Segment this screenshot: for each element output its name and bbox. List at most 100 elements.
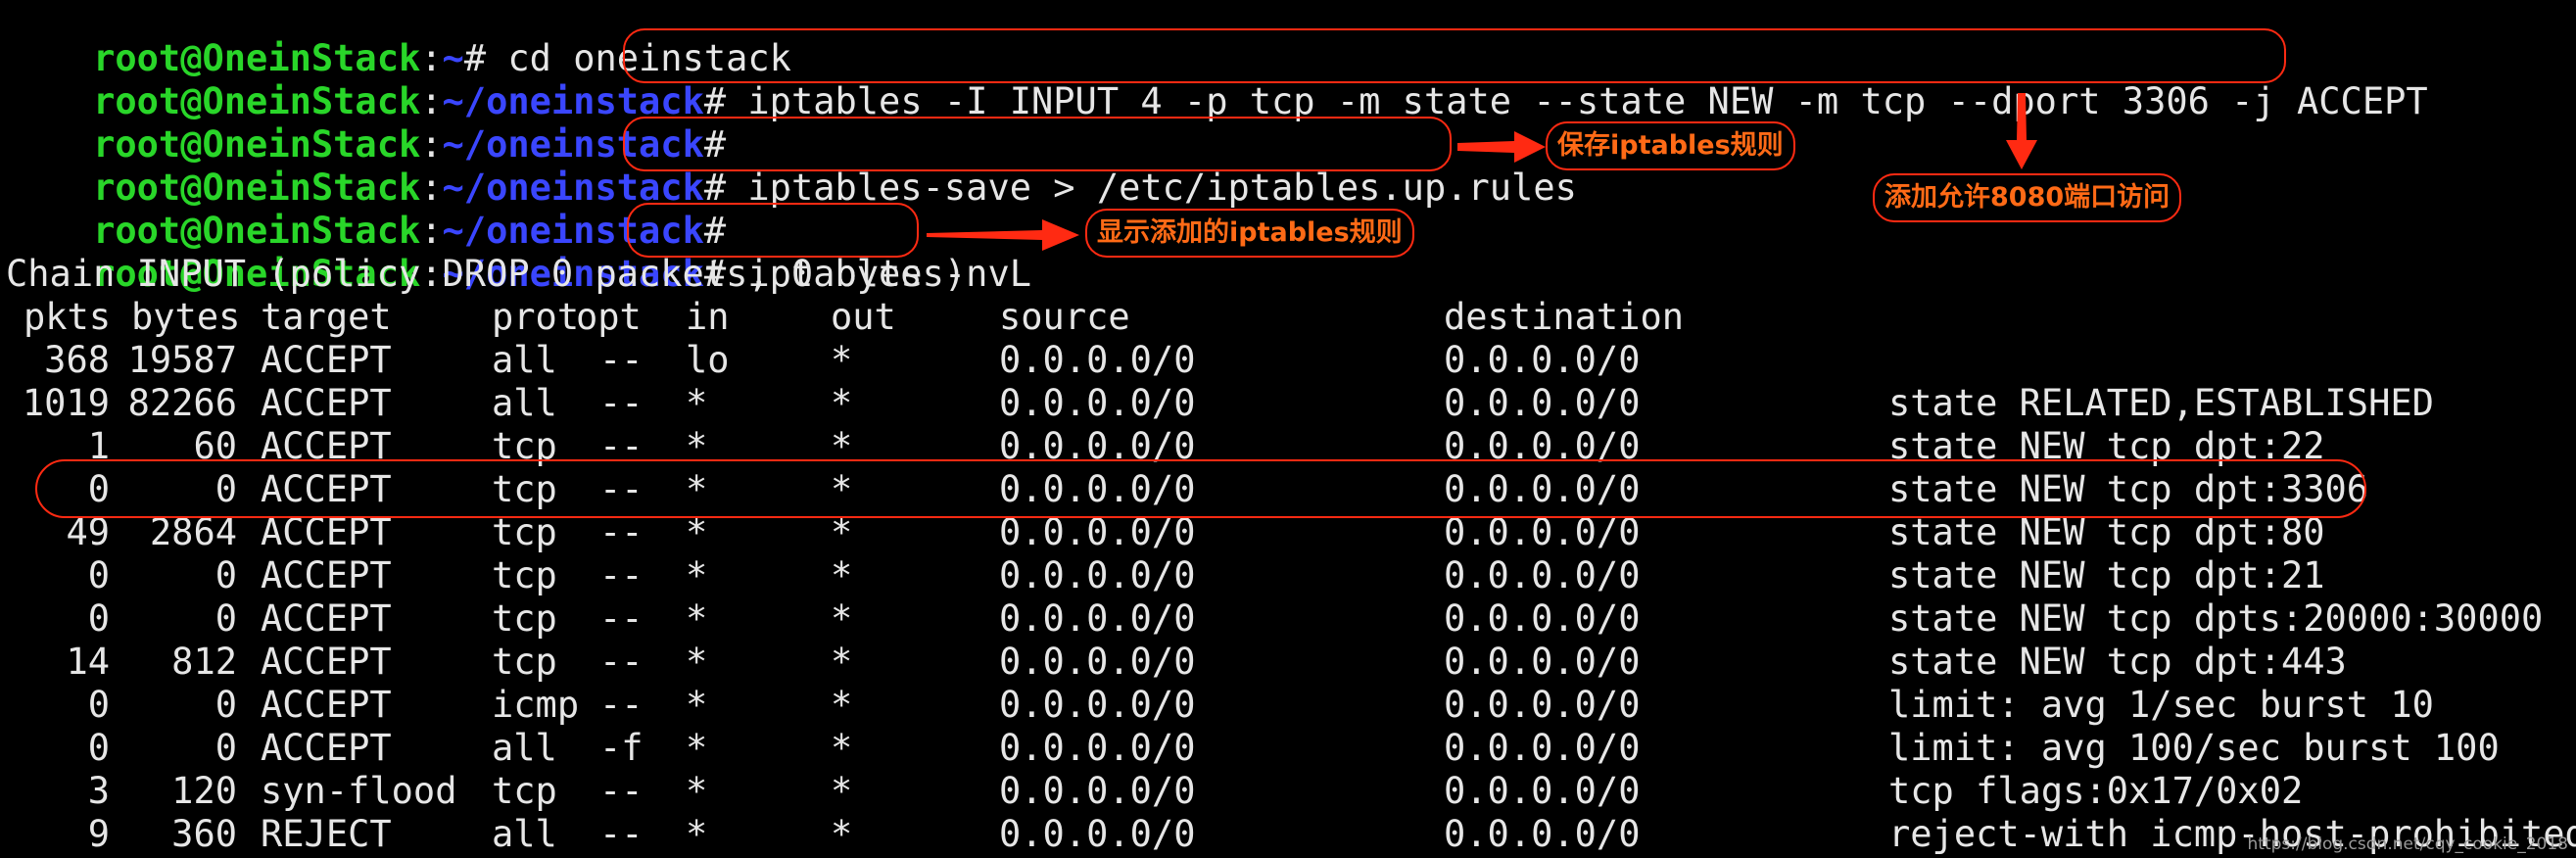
table-row: 3 120 syn-flood tcp -- * * 0.0.0.0/0 0.0.0.0/0 tc… [0,770,2576,813]
cell-out: * [831,813,853,855]
cell-bytes: 0 [215,597,237,640]
cell-pkts: 0 [87,597,110,640]
cell-extra: state RELATED,ESTABLISHED [1888,382,2434,424]
cell-bytes: 360 [171,813,237,855]
cell-target: REJECT [261,813,392,855]
cell-source: 0.0.0.0/0 [999,597,1196,640]
column-header-target: target [261,296,392,338]
table-row: 1019 82266 ACCEPT all -- * * 0.0.0.0/0 0.0.0.0/0… [0,382,2576,425]
table-row: 0 0 ACCEPT all -f * * 0.0.0.0/0 0.0.0.0/0 limit: … [0,727,2576,770]
cell-source: 0.0.0.0/0 [999,684,1196,726]
cell-extra: limit: avg 1/sec burst 10 [1888,684,2434,726]
cell-in: * [686,727,708,769]
highlight-3306-row [35,459,2366,518]
cell-opt: -- [599,597,644,640]
terminal-window[interactable]: root@OneinStack:~# cd oneinstack root@On… [0,0,2576,858]
cell-in: * [686,813,708,855]
cell-pkts: 14 [66,641,110,683]
cell-pkts: 0 [87,554,110,596]
highlight-insert-command [623,28,2286,83]
cell-pkts: 0 [87,684,110,726]
cell-destination: 0.0.0.0/0 [1444,727,1641,769]
cell-in: lo [686,339,730,381]
cell-in: * [686,770,708,812]
cell-opt: -f [599,727,644,769]
cell-opt: -- [599,684,644,726]
cell-extra: tcp flags:0x17/0x02 [1888,770,2304,812]
column-header-destination: destination [1444,296,1685,338]
cell-opt: -- [599,813,644,855]
cell-pkts: 1019 [22,382,110,424]
cell-destination: 0.0.0.0/0 [1444,382,1641,424]
cell-bytes: 0 [215,727,237,769]
prompt-line: root@OneinStack:~/oneinstack# [6,167,726,252]
chain-header: Chain INPUT (policy DROP 0 packets, 0 by… [6,253,967,295]
cell-bytes: 82266 [127,382,237,424]
cell-bytes: 120 [171,770,237,812]
cell-prot: tcp [492,770,557,812]
cell-opt: -- [599,770,644,812]
cell-bytes: 812 [171,641,237,683]
cell-prot: tcp [492,597,557,640]
cell-source: 0.0.0.0/0 [999,641,1196,683]
highlight-save-command [623,117,1452,171]
cell-extra: state NEW tcp dpts:20000:30000 [1888,597,2544,640]
cell-source: 0.0.0.0/0 [999,339,1196,381]
cell-in: * [686,597,708,640]
cell-out: * [831,727,853,769]
table-header: pkts bytes target prot opt in out source destina… [0,296,2576,339]
cell-source: 0.0.0.0/0 [999,727,1196,769]
cell-target: syn-flood [261,770,457,812]
cell-out: * [831,597,853,640]
cell-target: ACCEPT [261,684,392,726]
cell-out: * [831,770,853,812]
cell-target: ACCEPT [261,382,392,424]
cell-in: * [686,382,708,424]
cell-out: * [831,684,853,726]
column-header-prot: prot [492,296,580,338]
cell-prot: all [492,813,557,855]
cell-pkts: 3 [87,770,110,812]
cell-opt: -- [599,554,644,596]
annotation-show-rules: 显示添加的iptables规则 [1085,209,1414,258]
cell-destination: 0.0.0.0/0 [1444,554,1641,596]
cell-target: ACCEPT [261,554,392,596]
column-header-in: in [686,296,730,338]
cell-destination: 0.0.0.0/0 [1444,813,1641,855]
table-row: 9 360 REJECT all -- * * 0.0.0.0/0 0.0.0.0/0 rejec… [0,813,2576,856]
cell-opt: -- [599,641,644,683]
table-row: 0 0 ACCEPT icmp -- * * 0.0.0.0/0 0.0.0.0/0 limit:… [0,684,2576,727]
cell-target: ACCEPT [261,641,392,683]
annotation-allow-port: 添加允许8080端口访问 [1873,173,2182,222]
cell-out: * [831,554,853,596]
cell-target: ACCEPT [261,339,392,381]
cell-prot: icmp [492,684,580,726]
cell-prot: all [492,382,557,424]
cell-target: ACCEPT [261,597,392,640]
cell-bytes: 0 [215,684,237,726]
cell-in: * [686,554,708,596]
column-header-opt: opt [576,296,642,338]
watermark: https://blog.csdn.net/cqy_cookie_2018 [2247,834,2568,854]
cell-prot: all [492,727,557,769]
cell-source: 0.0.0.0/0 [999,770,1196,812]
cell-pkts: 9 [87,813,110,855]
arrow-down-icon [2006,93,2037,169]
cell-opt: -- [599,339,644,381]
table-row: 0 0 ACCEPT tcp -- * * 0.0.0.0/0 0.0.0.0/0 state N… [0,597,2576,641]
cell-destination: 0.0.0.0/0 [1444,339,1641,381]
cell-source: 0.0.0.0/0 [999,813,1196,855]
cell-source: 0.0.0.0/0 [999,382,1196,424]
cell-extra: state NEW tcp dpt:443 [1888,641,2347,683]
table-row: 0 0 ACCEPT tcp -- * * 0.0.0.0/0 0.0.0.0/0 state N… [0,554,2576,597]
cell-source: 0.0.0.0/0 [999,554,1196,596]
annotation-save-rules: 保存iptables规则 [1546,121,1795,170]
cell-out: * [831,382,853,424]
column-header-bytes: bytes [131,296,241,338]
table-row: 14 812 ACCEPT tcp -- * * 0.0.0.0/0 0.0.0.0/0 stat… [0,641,2576,684]
cell-pkts: 0 [87,727,110,769]
table-row: 368 19587 ACCEPT all -- lo * 0.0.0.0/0 0.0.0.0/0 [0,339,2576,382]
cell-destination: 0.0.0.0/0 [1444,597,1641,640]
arrow-right-icon [927,219,1079,251]
cell-out: * [831,641,853,683]
